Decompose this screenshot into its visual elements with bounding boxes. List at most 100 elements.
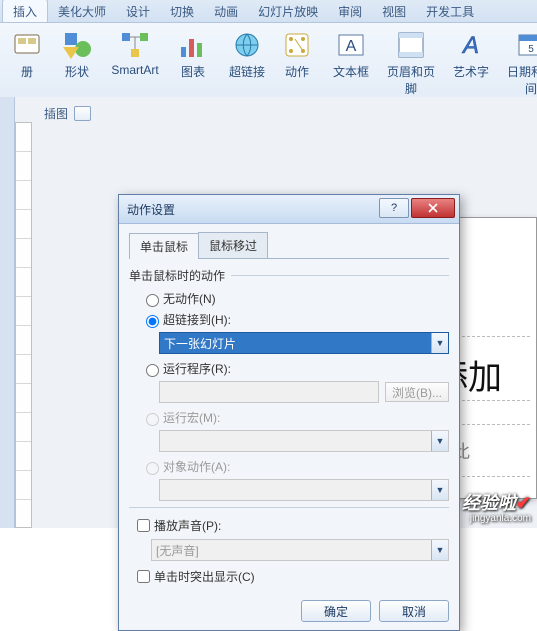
menu-tab-design[interactable]: 设计: [116, 0, 160, 22]
radio-run-macro: [146, 413, 159, 426]
dialog-launcher-icon[interactable]: [74, 106, 91, 121]
ribbon-album-label: 册: [21, 63, 33, 80]
ribbon-hyperlink-label: 超链接: [229, 63, 265, 80]
dialog-close-button[interactable]: [411, 198, 455, 218]
action-settings-dialog: 动作设置 ? 单击鼠标 鼠标移过 单击鼠标时的动作 无动作(N): [118, 194, 460, 631]
radio-run-program-label: 运行程序(R):: [163, 360, 231, 377]
svg-text:A: A: [346, 38, 357, 55]
headerfooter-icon: [395, 29, 427, 61]
tab-mouse-click[interactable]: 单击鼠标: [129, 233, 199, 259]
menu-tab-review[interactable]: 审阅: [328, 0, 372, 22]
watermark-brand: 经验啦: [462, 493, 516, 513]
chevron-down-icon[interactable]: ▼: [431, 333, 448, 353]
ribbon-textbox-button[interactable]: A 文本框: [326, 25, 376, 100]
mouse-click-group: 单击鼠标时的动作 无动作(N) 超链接到(H): 下一张幻灯片 ▼: [129, 267, 449, 501]
ribbon: 册 形状 SmartArt 图表 超链接 动作 A 文本框 页眉和页脚 A 艺术…: [0, 23, 537, 103]
close-icon: [428, 203, 438, 213]
menu-tab-slideshow[interactable]: 幻灯片放映: [248, 0, 328, 22]
run-program-field: [159, 381, 379, 403]
radio-none[interactable]: [146, 294, 159, 307]
ribbon-wordart-label: 艺术字: [453, 63, 489, 80]
vertical-ruler: [15, 122, 32, 528]
separator: [129, 507, 449, 508]
menu-tab-animation[interactable]: 动画: [204, 0, 248, 22]
ribbon-album-button[interactable]: 册: [2, 25, 52, 100]
option-run-macro: 运行宏(M):: [129, 407, 449, 428]
chevron-down-icon: ▼: [431, 431, 448, 451]
watermark-url: jingyanla.com: [462, 513, 531, 524]
hyperlink-target-value: 下一张幻灯片: [160, 335, 431, 352]
option-none[interactable]: 无动作(N): [129, 288, 449, 309]
radio-run-program[interactable]: [146, 364, 159, 377]
dialog-tabs: 单击鼠标 鼠标移过: [129, 232, 449, 259]
option-highlight-click[interactable]: 单击时突出显示(C): [129, 565, 449, 588]
ribbon-smartart-button[interactable]: SmartArt: [102, 25, 168, 100]
dialog-body: 单击鼠标 鼠标移过 单击鼠标时的动作 无动作(N) 超链接到(H): 下一张幻灯…: [119, 224, 459, 630]
ribbon-textbox-label: 文本框: [333, 63, 369, 80]
ribbon-headerfooter-label: 页眉和页脚: [382, 63, 440, 97]
thumbnail-panel[interactable]: [0, 97, 15, 528]
checkbox-play-sound[interactable]: [137, 519, 150, 532]
option-hyperlink[interactable]: 超链接到(H):: [129, 309, 449, 330]
datetime-icon: 5: [515, 29, 537, 61]
menu-tab-devtools[interactable]: 开发工具: [416, 0, 484, 22]
ribbon-group-label: 插图: [44, 105, 91, 122]
ribbon-datetime-button[interactable]: 5 日期和时间: [496, 25, 537, 100]
smartart-icon: [119, 29, 151, 61]
ok-button[interactable]: 确定: [301, 600, 371, 622]
action-icon: [281, 29, 313, 61]
dialog-help-button[interactable]: ?: [379, 198, 409, 218]
radio-object-action: [146, 462, 159, 475]
checkbox-highlight[interactable]: [137, 570, 150, 583]
group-title: 单击鼠标时的动作: [129, 267, 449, 284]
radio-run-macro-label: 运行宏(M):: [163, 409, 220, 426]
dialog-title: 动作设置: [127, 201, 175, 218]
ribbon-wordart-button[interactable]: A 艺术字: [446, 25, 496, 100]
workspace: 插图 添加 击此 动作设置 ? 单击鼠标 鼠标移过 单击鼠标时的: [0, 97, 537, 528]
cancel-button[interactable]: 取消: [379, 600, 449, 622]
group-label-text: 插图: [44, 105, 68, 122]
wordart-icon: A: [455, 29, 487, 61]
radio-none-label: 无动作(N): [163, 290, 216, 307]
watermark: 经验啦✔ jingyanla.com: [462, 489, 531, 524]
sound-combo: [无声音] ▼: [151, 539, 449, 561]
textbox-icon: A: [335, 29, 367, 61]
checkbox-play-sound-label: 播放声音(P):: [154, 517, 221, 534]
menu-tab-transition[interactable]: 切换: [160, 0, 204, 22]
option-run-program[interactable]: 运行程序(R):: [129, 358, 449, 379]
hyperlink-target-combo[interactable]: 下一张幻灯片 ▼: [159, 332, 449, 354]
macro-combo: ▼: [159, 430, 449, 452]
ribbon-smartart-label: SmartArt: [111, 63, 158, 77]
option-play-sound[interactable]: 播放声音(P):: [129, 514, 449, 537]
hyperlink-icon: [231, 29, 263, 61]
dialog-titlebar[interactable]: 动作设置 ?: [119, 195, 459, 224]
ribbon-headerfooter-button[interactable]: 页眉和页脚: [376, 25, 446, 100]
menu-tab-view[interactable]: 视图: [372, 0, 416, 22]
tab-mouse-over[interactable]: 鼠标移过: [198, 232, 268, 258]
menu-tab-bar: 插入 美化大师 设计 切换 动画 幻灯片放映 审阅 视图 开发工具: [0, 0, 537, 23]
sound-value: [无声音]: [152, 542, 431, 559]
menu-tab-insert[interactable]: 插入: [2, 0, 48, 22]
ribbon-shapes-button[interactable]: 形状: [52, 25, 102, 100]
checkbox-highlight-label: 单击时突出显示(C): [154, 568, 255, 585]
option-object-action: 对象动作(A):: [129, 456, 449, 477]
radio-object-action-label: 对象动作(A):: [163, 458, 230, 475]
chevron-down-icon: ▼: [431, 480, 448, 500]
shapes-icon: [61, 29, 93, 61]
ribbon-chart-label: 图表: [181, 63, 205, 80]
radio-hyperlink-label: 超链接到(H):: [163, 311, 231, 328]
album-icon: [11, 29, 43, 61]
ribbon-hyperlink-button[interactable]: 超链接: [222, 25, 272, 100]
svg-text:5: 5: [528, 44, 534, 55]
chevron-down-icon: ▼: [431, 540, 448, 560]
ribbon-action-label: 动作: [285, 63, 309, 80]
browse-button: 浏览(B)...: [385, 382, 449, 402]
ribbon-chart-button[interactable]: 图表: [168, 25, 218, 100]
ribbon-action-button[interactable]: 动作: [272, 25, 322, 100]
svg-text:A: A: [461, 32, 479, 59]
object-action-combo: ▼: [159, 479, 449, 501]
radio-hyperlink[interactable]: [146, 315, 159, 328]
menu-tab-beautify[interactable]: 美化大师: [48, 0, 116, 22]
chart-icon: [177, 29, 209, 61]
ribbon-shapes-label: 形状: [65, 63, 89, 80]
